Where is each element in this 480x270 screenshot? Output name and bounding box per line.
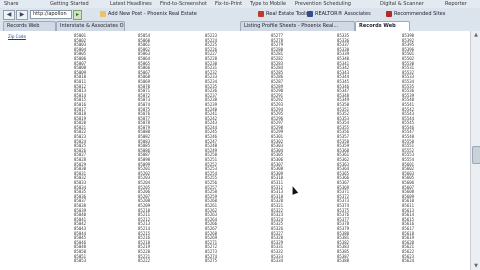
realtor-icon [307, 10, 313, 17]
bookmark-fix-print[interactable]: Fix-to-Print [215, 0, 242, 8]
page-content: Zip Code 85001 85002 85003 85004 85005 85006 8… [0, 31, 470, 270]
link-realtor-associates[interactable]: REALTOR® Associates [307, 9, 371, 19]
forward-button[interactable]: ▶ [16, 10, 28, 20]
tab-listing-profile[interactable]: Listing Profile Sheets - Phoenix Real... [240, 21, 355, 31]
navigation-bar: ◀ ▶ http://apollon ▸ Add New Post - Phoe… [0, 8, 480, 20]
back-button[interactable]: ◀ [3, 10, 15, 20]
link-real-estate-tools[interactable]: Real Estate Tools [258, 9, 308, 19]
zip-code-link[interactable]: Zip Code [8, 34, 26, 39]
zip-column-4: 85277 85278 85279 85280 85281 85282 85283 85284… [271, 33, 284, 264]
scrollbar-thumb[interactable] [472, 146, 480, 164]
scroll-up-icon[interactable]: ▲ [472, 31, 480, 39]
browser-chrome: Share Getting Started Latest Headlines F… [0, 0, 480, 32]
zip-cell: 85222 [138, 258, 151, 264]
tools-icon [258, 10, 264, 17]
top-bookmark-bar: Share Getting Started Latest Headlines F… [0, 0, 480, 8]
page-icon [100, 10, 106, 17]
bookmark-getting-started[interactable]: Getting Started [50, 0, 89, 8]
go-button[interactable]: ▸ [73, 10, 82, 20]
zip-column-1: 85001 85002 85003 85004 85005 85006 85007 85008… [74, 33, 87, 264]
link-add-new-post[interactable]: Add New Post - Phoenix Real Estate [100, 9, 197, 19]
tab-interstate[interactable]: Interstate & Associates Online [56, 21, 125, 31]
zip-cell: 85053 [74, 258, 87, 264]
go-arrow-icon: ▸ [75, 11, 79, 18]
zip-column-3: 85223 85224 85225 85226 85227 85228 85230 85231… [205, 33, 218, 264]
link-label: Recommended Sites [394, 11, 446, 17]
bookmark-digital-scanner[interactable]: Digital & Scanner [380, 0, 424, 8]
tab-records-web-active[interactable]: Records Web [355, 21, 410, 31]
zip-cell: 85388 [337, 258, 350, 264]
link-recommended-sites[interactable]: Recommended Sites [386, 9, 445, 19]
link-label: Add New Post - Phoenix Real Estate [108, 11, 197, 17]
back-arrow-icon: ◀ [6, 11, 12, 18]
address-bar[interactable]: http://apollon [30, 10, 72, 19]
zip-column-2: 85054 85060 85061 85062 85063 85064 85065 85066… [138, 33, 151, 264]
bookmark-latest-headlines[interactable]: Latest Headlines [110, 0, 152, 8]
bookmark-type-mobile[interactable]: Type to Mobile [250, 0, 286, 8]
zip-cell: 85624 [402, 258, 415, 264]
zip-cell: 85275 [205, 258, 218, 264]
bookmark-find-screenshot[interactable]: Find-to-Screenshot [160, 0, 207, 8]
bookmark-share[interactable]: Share [4, 0, 18, 8]
flag-icon [386, 10, 392, 17]
zip-column-6: 85390 85392 85395 85396 85501 85502 85530 85531… [402, 33, 415, 264]
forward-arrow-icon: ▶ [19, 11, 25, 18]
tab-strip: Records Web Interstate & Associates Onli… [0, 20, 480, 31]
bookmark-prevention[interactable]: Prevention Scheduling [295, 0, 351, 8]
link-label: REALTOR® Associates [315, 11, 371, 17]
zip-column-5: 85335 85336 85337 85338 85339 85340 85341 85342… [337, 33, 350, 264]
zip-cell: 85334 [271, 258, 284, 264]
bookmark-reporter[interactable]: Reporter [445, 0, 467, 8]
tab-records-web-1[interactable]: Records Web [3, 21, 56, 31]
vertical-scrollbar[interactable]: ▲ ▼ [470, 31, 480, 270]
scroll-down-icon[interactable]: ▼ [472, 262, 480, 270]
link-label: Real Estate Tools [266, 11, 309, 17]
